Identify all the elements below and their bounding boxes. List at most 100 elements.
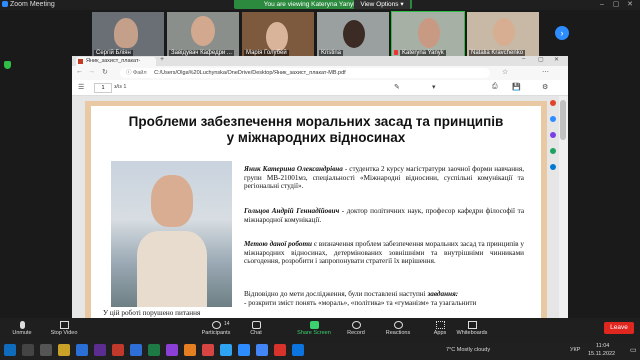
pdf-icon [78,59,83,64]
reactions-label: Reactions [385,330,411,336]
record-button[interactable]: Record [336,318,376,342]
maximize-icon[interactable]: ▢ [610,0,622,9]
view-options-button[interactable]: View Options ▾ [354,0,410,9]
favorite-icon[interactable]: ☆ [502,68,508,76]
back-icon[interactable]: ← [76,68,83,75]
menu-icon[interactable]: ⋯ [542,68,549,76]
participant-video [114,18,138,48]
opera-icon[interactable] [274,344,286,356]
telegram-icon[interactable] [220,344,232,356]
clock-time[interactable]: 11:04 [596,343,609,349]
word-icon[interactable] [130,344,142,356]
zoom-taskbar-icon[interactable] [238,344,250,356]
leave-button[interactable]: Leave [604,322,634,334]
start-icon[interactable] [4,344,16,356]
author-photo [111,161,232,307]
goal-paragraph: Метою даної роботи є визначення проблем … [244,240,524,266]
participants-button[interactable]: Participants 14 [196,318,236,342]
chat-button[interactable]: Chat [236,318,276,342]
participant-tile[interactable]: Сергій Бліян [92,12,164,57]
browser-tab[interactable]: Яник_захист_плакат-МВ.pdf [76,57,156,73]
reload-icon[interactable]: ↻ [102,68,108,76]
search-icon[interactable] [22,344,34,356]
page-number-input[interactable]: 1 [94,83,112,93]
window-title: Zoom Meeting [10,1,55,8]
minimize-icon[interactable]: – [596,0,608,9]
apps-label: Apps [433,330,447,336]
close-icon[interactable]: ✕ [554,56,559,63]
document-title: Проблеми забезпечення моральних засад та… [91,114,541,146]
sidebar-app-icon[interactable] [550,116,556,122]
stop-video-label: Stop Video [50,330,78,336]
address-row: ← → ↻ ⓘ Файл C:/Users/Olga%20Luchynska/O… [72,66,568,80]
share-screen-icon [309,321,319,329]
weather-text[interactable]: 7°C Mostly cloudy [446,347,490,353]
notification-icon[interactable]: ▭ [630,346,637,354]
info-icon: ⓘ [126,70,132,76]
draw-icon[interactable]: ✎ [394,83,400,91]
participant-tile-active[interactable]: Kateryna Yanyk [391,11,465,58]
participant-video [191,16,215,46]
contents-icon[interactable]: ☰ [78,83,84,91]
address-bar[interactable]: ⓘ Файл C:/Users/Olga%20Luchynska/OneDriv… [120,68,490,78]
supervisor-paragraph: Гольцов Андрій Геннадійович - доктор пол… [244,207,524,224]
language-indicator[interactable]: УКР [570,347,580,353]
tasks-label: завдання: [427,290,459,298]
clock-date[interactable]: 15.11.2022 [588,351,615,357]
tasks-text: Відповідно до мети дослідження, були пос… [244,290,428,298]
chat-label: Chat [250,330,262,336]
left-caption: У цій роботі порушено питання [103,309,201,317]
share-screen-label: Share Screen [297,330,331,336]
maximize-icon[interactable]: ▢ [538,56,544,63]
new-tab-icon[interactable]: + [160,56,164,63]
zoom-logo-icon [2,1,8,7]
app-icon[interactable] [184,344,196,356]
settings-icon[interactable]: ⚙ [542,83,548,91]
viber-icon[interactable] [166,344,178,356]
file-explorer-icon[interactable] [58,344,70,356]
reactions-button[interactable]: Reactions [378,318,418,342]
poster-content: Проблеми забезпечення моральних засад та… [91,106,541,318]
next-page-button[interactable]: › [555,26,569,40]
store-icon[interactable] [94,344,106,356]
pdf-viewer[interactable]: Проблеми забезпечення моральних засад та… [72,96,559,318]
save-icon[interactable]: 💾 [512,83,521,91]
minimize-icon[interactable]: – [522,56,525,62]
stop-video-button[interactable]: Stop Video [44,318,84,342]
participants-count: 14 [224,321,230,327]
chat-icon [251,321,261,329]
close-icon[interactable]: ✕ [624,0,636,9]
highlight-icon[interactable]: ▾ [432,83,436,91]
sidebar-app-icon[interactable] [550,164,556,170]
edge-icon[interactable] [76,344,88,356]
participant-tile[interactable]: Kristina [317,12,389,57]
participant-tile[interactable]: Natalia Kravchenko [467,12,539,57]
share-screen-button[interactable]: Share Screen [294,318,334,342]
scroll-thumb[interactable] [560,100,566,140]
video-icon [59,321,69,329]
participant-tile[interactable]: Марія Голубей [242,12,314,57]
forward-icon[interactable]: → [88,68,95,75]
app-icon[interactable] [112,344,124,356]
print-icon[interactable]: ⎙ [492,83,498,91]
unmute-button[interactable]: Unmute [2,318,42,342]
participant-video [418,18,440,48]
app-icon[interactable] [292,344,304,356]
tasks-paragraph: Відповідно до мети дослідження, були пос… [244,290,524,307]
participant-video [343,20,365,48]
goal-label: Метою даної роботи [244,240,313,248]
pdf-toolbar: ☰ 1 з/із 1 ✎ ▾ ⎙ 💾 ⚙ [72,80,568,96]
excel-icon[interactable] [148,344,160,356]
unmute-label: Unmute [12,330,32,336]
sidebar-app-icon[interactable] [550,100,556,106]
task-view-icon[interactable] [40,344,52,356]
sidebar-app-icon[interactable] [550,132,556,138]
participant-tile[interactable]: Завідувач Кафедри ... [167,12,239,57]
scrollbar[interactable] [559,96,568,318]
sidebar-app-icon[interactable] [550,148,556,154]
smiley-icon [393,321,403,329]
chrome-icon[interactable] [256,344,268,356]
author-paragraph: Яник Катерина Олександрівна - студентка … [244,165,524,191]
powerpoint-icon[interactable] [202,344,214,356]
whiteboards-button[interactable]: Whiteboards [452,318,492,342]
